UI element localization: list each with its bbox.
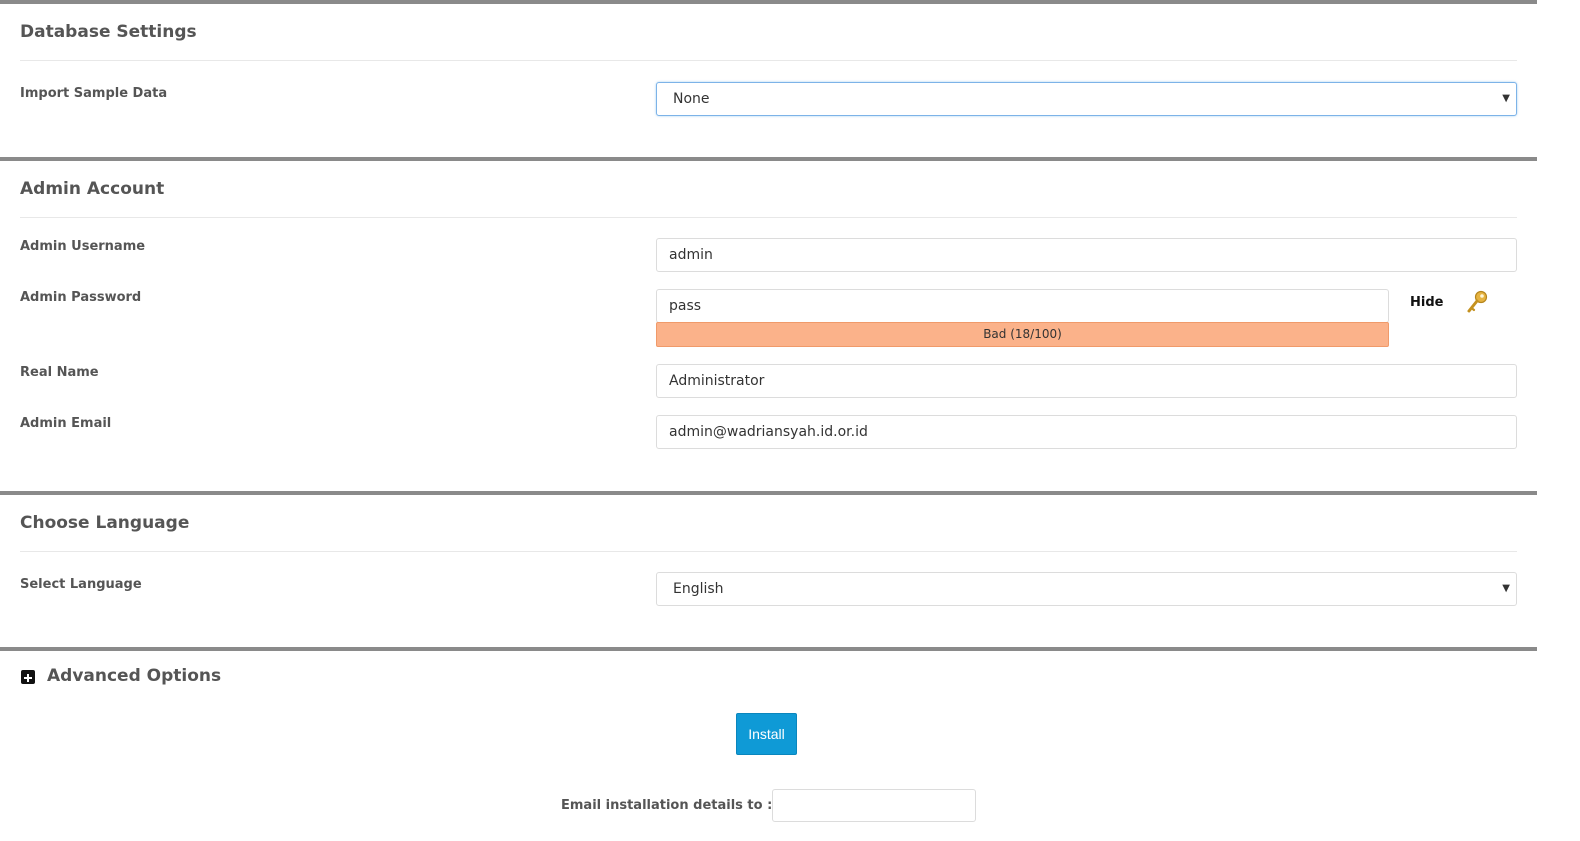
admin-email-label: Admin Email	[20, 416, 112, 431]
plus-square-icon[interactable]	[21, 670, 35, 684]
password-strength-meter: Bad (18/100)	[656, 322, 1389, 347]
admin-password-input[interactable]	[656, 289, 1389, 323]
install-button[interactable]: Install	[736, 713, 797, 755]
email-installation-details-input[interactable]	[772, 789, 976, 822]
chevron-down-icon: ▼	[1502, 93, 1510, 104]
section-title: Database Settings	[20, 22, 197, 42]
admin-email-input[interactable]	[656, 415, 1517, 449]
select-language-label: Select Language	[20, 577, 142, 592]
import-sample-data-label: Import Sample Data	[20, 86, 168, 101]
select-value: None	[673, 91, 710, 107]
real-name-label: Real Name	[20, 365, 99, 380]
select-value: English	[673, 581, 724, 597]
choose-language-section: Choose Language Select Language English …	[0, 491, 1537, 647]
section-title: Choose Language	[20, 513, 190, 533]
divider	[20, 60, 1517, 61]
admin-username-label: Admin Username	[20, 239, 146, 254]
admin-username-input[interactable]	[656, 238, 1517, 272]
divider	[20, 551, 1517, 552]
database-settings-section: Database Settings Import Sample Data Non…	[0, 0, 1537, 157]
key-icon[interactable]	[1466, 289, 1490, 319]
import-sample-data-select[interactable]: None ▼	[656, 82, 1517, 116]
chevron-down-icon: ▼	[1502, 583, 1510, 594]
admin-password-label: Admin Password	[20, 290, 142, 305]
email-installation-details-label: Email installation details to :	[561, 798, 773, 813]
advanced-options-title[interactable]: Advanced Options	[47, 666, 221, 686]
hide-password-link[interactable]: Hide	[1410, 295, 1443, 310]
real-name-input[interactable]	[656, 364, 1517, 398]
language-select[interactable]: English ▼	[656, 572, 1517, 606]
section-title: Admin Account	[20, 179, 165, 199]
divider	[20, 217, 1517, 218]
